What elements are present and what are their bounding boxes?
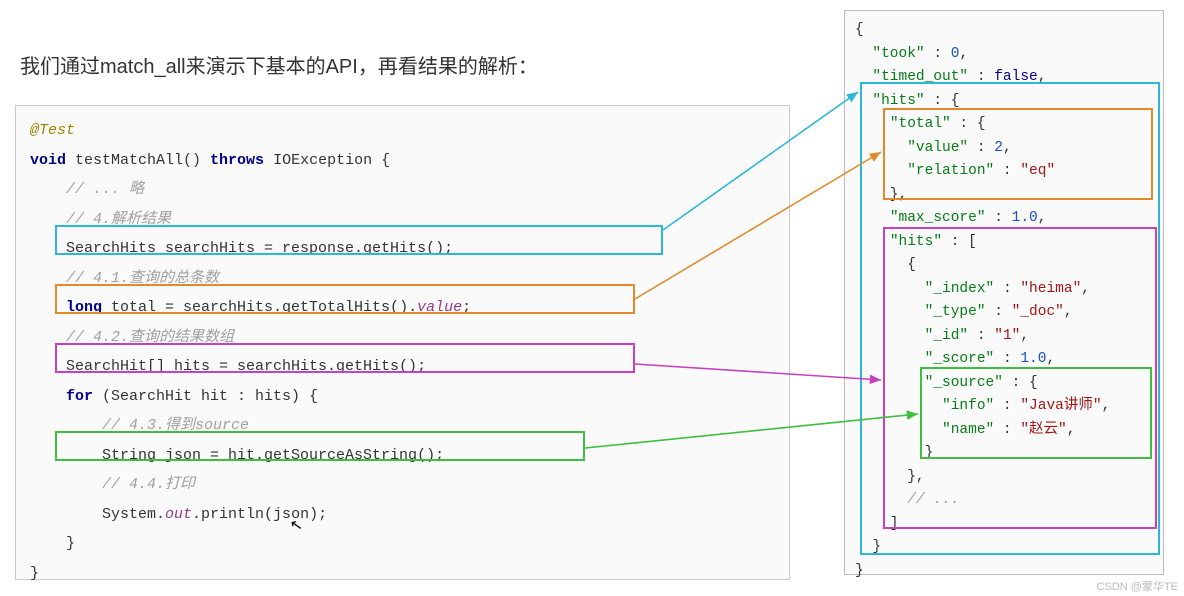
val-took: 0 <box>951 46 960 62</box>
hl-code-total <box>55 284 635 314</box>
kw-for: for <box>30 388 102 405</box>
brace-open: { <box>855 22 864 38</box>
close-brace-outer: } <box>30 565 39 582</box>
exception-decl: IOException { <box>264 152 390 169</box>
field-out: out <box>165 506 192 523</box>
hl-json-source <box>920 367 1152 459</box>
kw-void: void <box>30 152 66 169</box>
hl-code-json <box>55 431 585 461</box>
comment-print: // 4.4.打印 <box>30 476 195 493</box>
hl-json-total <box>883 108 1153 200</box>
print-a: System. <box>30 506 165 523</box>
comment-skip: // ... 略 <box>30 181 144 198</box>
watermark: CSDN @蒙华TE <box>1097 578 1178 594</box>
hl-code-gethits <box>55 225 663 255</box>
for-rest: (SearchHit hit : hits) { <box>102 388 318 405</box>
print-b: .println(json); <box>192 506 327 523</box>
hl-code-hitsarr <box>55 343 635 373</box>
annotation-test: @Test <box>30 122 75 139</box>
kw-throws: throws <box>210 152 264 169</box>
key-took: "took" <box>872 46 924 62</box>
method-name: testMatchAll() <box>66 152 210 169</box>
close-brace-inner: } <box>30 535 75 552</box>
